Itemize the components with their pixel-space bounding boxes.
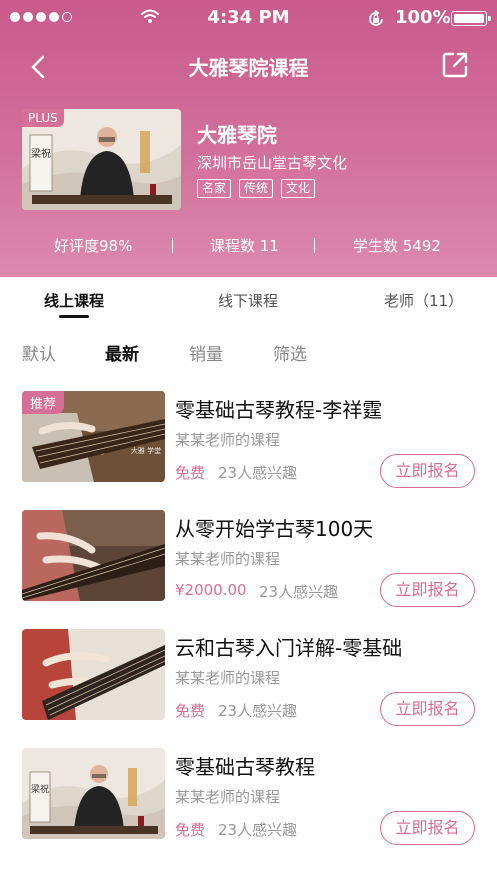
course-thumbnail: 梁祝 (22, 748, 165, 839)
svg-text:梁祝: 梁祝 (31, 147, 51, 160)
course-teacher: 某某老师的课程 (175, 550, 281, 568)
stat-student-count: 学生数 5492 (353, 237, 441, 255)
plus-badge: PLUS (22, 109, 64, 127)
sort-default[interactable]: 默认 (22, 340, 56, 365)
course-thumbnail (22, 510, 165, 601)
header-banner: 4:34 PM 100% 大雅琴院课程 PLUS 梁祝 大雅琴院 深圳市岳山堂古… (0, 0, 497, 277)
tab-online-courses[interactable]: 线上课程 (44, 290, 104, 311)
page-title: 大雅琴院课程 (188, 56, 309, 80)
course-teacher: 某某老师的课程 (175, 669, 281, 687)
course-price: 免费 (175, 821, 206, 839)
stat-rating: 好评度98% (54, 237, 133, 255)
share-icon (442, 52, 468, 78)
share-button[interactable] (440, 50, 470, 80)
svg-text:梁祝: 梁祝 (31, 783, 49, 795)
tag: 文化 (281, 179, 316, 198)
tag: 传统 (239, 179, 274, 198)
sort-bar: 默认 最新 销量 筛选 (0, 340, 497, 370)
school-name: 大雅琴院 (197, 123, 277, 147)
status-bar: 4:34 PM 100% (0, 0, 497, 36)
battery-icon (451, 11, 491, 26)
battery-percent: 100% (395, 7, 451, 28)
course-thumbnail (22, 629, 165, 720)
course-item[interactable]: 推荐 大雅 学堂 零基础古琴教程-李祥霆 某某老师的课程 免费 23人感兴趣 立… (0, 391, 497, 491)
course-teacher: 某某老师的课程 (175, 431, 281, 449)
course-price: ¥2000.00 (175, 581, 247, 599)
course-image (22, 510, 165, 601)
nav-bar: 大雅琴院课程 (0, 40, 497, 90)
course-title: 零基础古琴教程-李祥霆 (175, 398, 383, 422)
course-item[interactable]: 从零开始学古琴100天 某某老师的课程 ¥2000.00 23人感兴趣 立即报名 (0, 510, 497, 610)
rotation-lock-icon (369, 9, 383, 26)
school-subtitle: 深圳市岳山堂古琴文化 (197, 154, 348, 172)
course-price: 免费 (175, 702, 206, 720)
course-image: 梁祝 (22, 748, 165, 839)
chevron-left-icon (31, 55, 45, 79)
course-title: 云和古琴入门详解-零基础 (175, 636, 403, 660)
course-title: 从零开始学古琴100天 (175, 517, 374, 541)
tab-teachers[interactable]: 老师（11） (384, 290, 463, 311)
enroll-button[interactable]: 立即报名 (380, 573, 475, 607)
enroll-button[interactable]: 立即报名 (380, 454, 475, 488)
tab-offline-courses[interactable]: 线下课程 (218, 290, 278, 311)
course-interest-count: 23人感兴趣 (218, 821, 298, 839)
tag: 名家 (197, 179, 232, 198)
stat-course-count: 课程数 11 (210, 237, 279, 255)
enroll-button[interactable]: 立即报名 (380, 692, 475, 726)
stat-divider (314, 238, 315, 253)
course-thumbnail: 推荐 大雅 学堂 (22, 391, 165, 482)
enroll-button[interactable]: 立即报名 (380, 811, 475, 845)
school-tags: 名家 传统 文化 (197, 179, 316, 198)
course-title: 零基础古琴教程 (175, 755, 315, 779)
course-price: 免费 (175, 464, 206, 482)
svg-text:大雅 学堂: 大雅 学堂 (131, 446, 161, 455)
course-interest-count: 23人感兴趣 (259, 583, 339, 601)
course-type-tabs: 线上课程 线下课程 老师（11） (0, 277, 497, 325)
back-button[interactable] (24, 52, 54, 82)
course-item[interactable]: 梁祝 零基础古琴教程 某某老师的课程 免费 23人感兴趣 立即报名 (0, 748, 497, 848)
school-stats: 好评度98% 课程数 11 学生数 5492 (0, 235, 497, 257)
course-interest-count: 23人感兴趣 (218, 702, 298, 720)
stat-divider (172, 238, 173, 253)
active-tab-indicator (59, 315, 89, 318)
course-image (22, 629, 165, 720)
sort-filter[interactable]: 筛选 (273, 340, 307, 365)
sort-sales[interactable]: 销量 (189, 340, 223, 365)
course-teacher: 某某老师的课程 (175, 788, 281, 806)
sort-newest[interactable]: 最新 (105, 340, 139, 365)
course-interest-count: 23人感兴趣 (218, 464, 298, 482)
course-item[interactable]: 云和古琴入门详解-零基础 某某老师的课程 免费 23人感兴趣 立即报名 (0, 629, 497, 729)
school-thumbnail[interactable]: PLUS 梁祝 (22, 109, 181, 210)
recommended-badge: 推荐 (22, 391, 65, 414)
